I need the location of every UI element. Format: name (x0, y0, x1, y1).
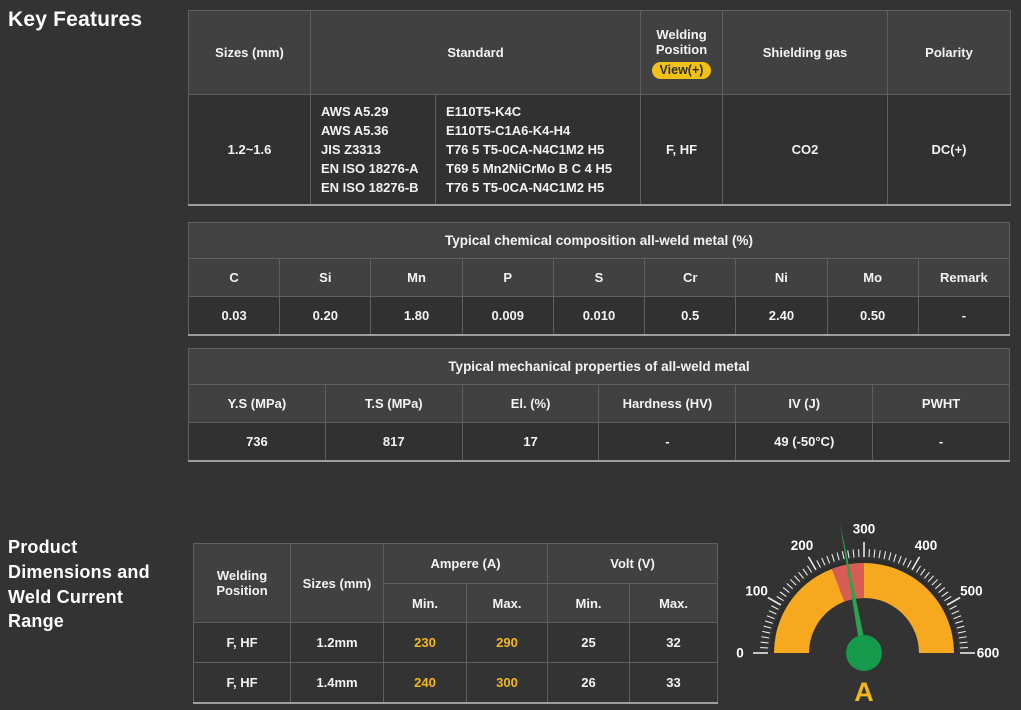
cur-volt-max: 32 (630, 623, 718, 663)
table-row: 0.03 0.20 1.80 0.009 0.010 0.5 2.40 0.50… (189, 297, 1010, 335)
col-header-shielding-gas: Shielding gas (723, 11, 888, 95)
key-features-table: Sizes (mm) Standard Welding Position Vie… (188, 10, 1011, 206)
table-header-row: Y.S (MPa) T.S (MPa) El. (%) Hardness (HV… (189, 385, 1010, 423)
welding-position-value: F, HF (641, 95, 723, 205)
chem-value: 0.010 (553, 297, 644, 335)
product-spec-page: { "page": { "section1_title": "Key Featu… (0, 0, 1021, 710)
cur-header-welding-position: Welding Position (194, 544, 291, 623)
cur-size: 1.2mm (291, 623, 384, 663)
mechanical-table-title: Typical mechanical properties of all-wel… (189, 349, 1010, 385)
cur-volt-min: 25 (548, 623, 630, 663)
mech-value: 736 (189, 423, 326, 461)
shielding-gas-value: CO2 (723, 95, 888, 205)
table-row: 1.2~1.6 AWS A5.29 AWS A5.36 JIS Z3313 EN… (189, 95, 1011, 205)
svg-text:0: 0 (736, 646, 744, 661)
mech-header: Hardness (HV) (599, 385, 736, 423)
cur-position: F, HF (194, 663, 291, 703)
mech-header: T.S (MPa) (325, 385, 462, 423)
mech-header: IV (J) (736, 385, 873, 423)
chem-value: 0.03 (189, 297, 280, 335)
col-header-polarity: Polarity (888, 11, 1011, 95)
cur-volt-max: 33 (630, 663, 718, 703)
cur-size: 1.4mm (291, 663, 384, 703)
svg-text:600: 600 (977, 646, 1000, 661)
ampere-gauge: 0 100 200 300 400 500 600 A (725, 503, 1021, 710)
col-header-welding-position: Welding Position View(+) (641, 11, 723, 95)
cur-amp-max: 300 (467, 663, 548, 703)
col-header-standard: Standard (311, 11, 641, 95)
cur-header-amp-max: Max. (467, 584, 548, 623)
welding-position-label: Welding Position (645, 27, 718, 57)
sizes-value: 1.2~1.6 (189, 95, 311, 205)
standard-specs-value: AWS A5.29 AWS A5.36 JIS Z3313 EN ISO 182… (311, 95, 436, 205)
table-row: F, HF 1.2mm 230 290 25 32 (194, 623, 718, 663)
chem-value: 0.009 (462, 297, 553, 335)
cur-position: F, HF (194, 623, 291, 663)
chem-value: 0.50 (827, 297, 918, 335)
chem-value: 2.40 (736, 297, 827, 335)
chem-header: Ni (736, 259, 827, 297)
chem-value: 1.80 (371, 297, 462, 335)
cur-amp-min: 230 (384, 623, 467, 663)
table-row: 736 817 17 - 49 (-50°C) - (189, 423, 1010, 461)
product-dimensions-title: Product Dimensions and Weld Current Rang… (8, 535, 178, 634)
weld-current-range-table: Welding Position Sizes (mm) Ampere (A) V… (193, 543, 718, 704)
chemical-composition-table: Typical chemical composition all-weld me… (188, 222, 1010, 336)
table-header-row: Welding Position Sizes (mm) Ampere (A) V… (194, 544, 718, 584)
chem-header: C (189, 259, 280, 297)
chem-header: Cr (645, 259, 736, 297)
svg-text:100: 100 (745, 584, 768, 599)
mech-value: 817 (325, 423, 462, 461)
view-positions-button[interactable]: View(+) (652, 62, 712, 79)
mech-value: - (873, 423, 1010, 461)
chem-value: - (918, 297, 1009, 335)
mech-header: El. (%) (462, 385, 599, 423)
mech-header: PWHT (873, 385, 1010, 423)
cur-header-volt-max: Max. (630, 584, 718, 623)
chem-header: Remark (918, 259, 1009, 297)
cur-amp-min: 240 (384, 663, 467, 703)
key-features-title: Key Features (8, 8, 142, 32)
svg-text:400: 400 (915, 538, 938, 553)
svg-text:300: 300 (853, 522, 876, 537)
polarity-value: DC(+) (888, 95, 1011, 205)
chem-value: 0.20 (280, 297, 371, 335)
chem-header: Mo (827, 259, 918, 297)
chemical-table-title: Typical chemical composition all-weld me… (189, 223, 1010, 259)
cur-header-amp-min: Min. (384, 584, 467, 623)
cur-header-volt: Volt (V) (548, 544, 718, 584)
chem-header: P (462, 259, 553, 297)
cur-volt-min: 26 (548, 663, 630, 703)
chem-header: Si (280, 259, 371, 297)
chem-value: 0.5 (645, 297, 736, 335)
cur-header-volt-min: Min. (548, 584, 630, 623)
table-header-row: C Si Mn P S Cr Ni Mo Remark (189, 259, 1010, 297)
cur-header-sizes: Sizes (mm) (291, 544, 384, 623)
chem-header: S (553, 259, 644, 297)
table-row: F, HF 1.4mm 240 300 26 33 (194, 663, 718, 703)
mech-header: Y.S (MPa) (189, 385, 326, 423)
standard-classes-value: E110T5-K4C E110T5-C1A6-K4-H4 T76 5 T5-0C… (436, 95, 641, 205)
svg-text:500: 500 (960, 584, 983, 599)
mech-value: 49 (-50°C) (736, 423, 873, 461)
svg-text:A: A (854, 677, 874, 707)
mech-value: - (599, 423, 736, 461)
svg-text:200: 200 (791, 538, 814, 553)
chem-header: Mn (371, 259, 462, 297)
col-header-sizes: Sizes (mm) (189, 11, 311, 95)
cur-header-ampere: Ampere (A) (384, 544, 548, 584)
mechanical-properties-table: Typical mechanical properties of all-wel… (188, 348, 1010, 462)
cur-amp-max: 290 (467, 623, 548, 663)
mech-value: 17 (462, 423, 599, 461)
